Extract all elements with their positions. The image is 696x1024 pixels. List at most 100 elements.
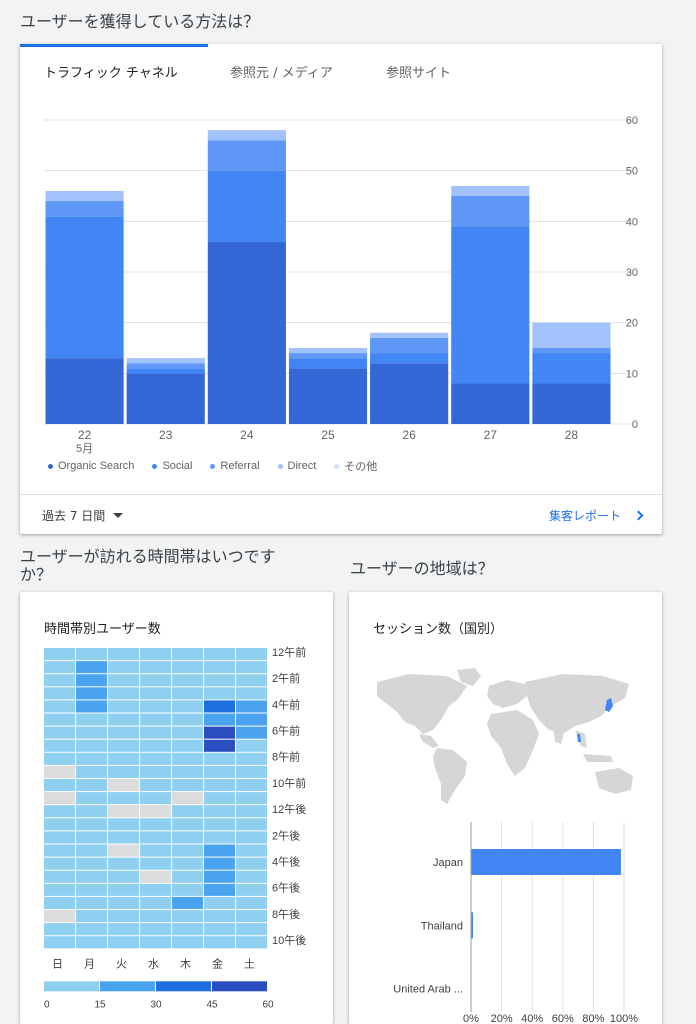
- heatmap-cell[interactable]: [76, 726, 107, 739]
- bar-segment[interactable]: [45, 216, 124, 359]
- heatmap-cell[interactable]: [76, 661, 107, 674]
- heatmap-cell[interactable]: [76, 844, 107, 857]
- heatmap-cell[interactable]: [204, 896, 235, 909]
- heatmap-cell[interactable]: [76, 831, 107, 844]
- heatmap-cell[interactable]: [76, 870, 107, 883]
- world-map[interactable]: [349, 664, 662, 814]
- bar-segment[interactable]: [532, 322, 611, 348]
- heatmap-cell[interactable]: [204, 674, 235, 687]
- heatmap-cell[interactable]: [140, 831, 171, 844]
- bar-segment[interactable]: [288, 358, 368, 369]
- bar-segment[interactable]: [288, 348, 368, 354]
- heatmap-cell[interactable]: [172, 883, 203, 896]
- bar-segment[interactable]: [532, 348, 611, 354]
- heatmap-cell[interactable]: [76, 765, 107, 778]
- heatmap-cell[interactable]: [44, 936, 75, 949]
- heatmap-cell[interactable]: [204, 805, 235, 818]
- heatmap-cell[interactable]: [236, 831, 267, 844]
- bar-segment[interactable]: [451, 185, 530, 196]
- heatmap-cell[interactable]: [236, 739, 267, 752]
- bar-segment[interactable]: [207, 130, 286, 141]
- heatmap-cell[interactable]: [236, 792, 267, 805]
- heatmap-cell[interactable]: [108, 739, 139, 752]
- heatmap-cell[interactable]: [108, 857, 139, 870]
- heatmap-cell[interactable]: [204, 726, 235, 739]
- heatmap-cell[interactable]: [108, 805, 139, 818]
- bar-segment[interactable]: [207, 241, 286, 424]
- heatmap-cell[interactable]: [44, 674, 75, 687]
- heatmap-cell[interactable]: [236, 923, 267, 936]
- heatmap-cell[interactable]: [108, 752, 139, 765]
- heatmap-cell[interactable]: [172, 792, 203, 805]
- heatmap-cell[interactable]: [140, 765, 171, 778]
- bar-segment[interactable]: [370, 337, 449, 354]
- heatmap-cell[interactable]: [108, 779, 139, 792]
- heatmap-cell[interactable]: [140, 752, 171, 765]
- heatmap-cell[interactable]: [140, 870, 171, 883]
- heatmap-cell[interactable]: [172, 936, 203, 949]
- heatmap-cell[interactable]: [236, 765, 267, 778]
- heatmap-cell[interactable]: [44, 700, 75, 713]
- heatmap-cell[interactable]: [172, 844, 203, 857]
- heatmap-cell[interactable]: [236, 896, 267, 909]
- heatmap-cell[interactable]: [236, 805, 267, 818]
- heatmap-cell[interactable]: [44, 792, 75, 805]
- heatmap-cell[interactable]: [204, 752, 235, 765]
- heatmap-cell[interactable]: [172, 857, 203, 870]
- heatmap-cell[interactable]: [172, 726, 203, 739]
- heatmap-cell[interactable]: [140, 896, 171, 909]
- heatmap-cell[interactable]: [172, 687, 203, 700]
- bar-segment[interactable]: [126, 363, 205, 369]
- bar-segment[interactable]: [532, 383, 611, 424]
- heatmap-cell[interactable]: [140, 818, 171, 831]
- heatmap-cell[interactable]: [44, 726, 75, 739]
- heatmap-cell[interactable]: [108, 896, 139, 909]
- heatmap-cell[interactable]: [44, 765, 75, 778]
- heatmap-cell[interactable]: [204, 792, 235, 805]
- heatmap-cell[interactable]: [108, 923, 139, 936]
- heatmap-cell[interactable]: [108, 844, 139, 857]
- heatmap-cell[interactable]: [236, 779, 267, 792]
- heatmap-cell[interactable]: [236, 687, 267, 700]
- heatmap-cell[interactable]: [108, 726, 139, 739]
- heatmap-cell[interactable]: [140, 661, 171, 674]
- heatmap-cell[interactable]: [204, 936, 235, 949]
- heatmap-cell[interactable]: [140, 923, 171, 936]
- heatmap-cell[interactable]: [236, 752, 267, 765]
- heatmap-cell[interactable]: [140, 883, 171, 896]
- heatmap-cell[interactable]: [140, 713, 171, 726]
- heatmap-cell[interactable]: [44, 923, 75, 936]
- heatmap-cell[interactable]: [76, 700, 107, 713]
- heatmap-cell[interactable]: [236, 661, 267, 674]
- heatmap-cell[interactable]: [204, 739, 235, 752]
- heatmap-cell[interactable]: [140, 779, 171, 792]
- heatmap-cell[interactable]: [76, 779, 107, 792]
- heatmap-cell[interactable]: [76, 792, 107, 805]
- heatmap-cell[interactable]: [140, 700, 171, 713]
- heatmap-cell[interactable]: [140, 805, 171, 818]
- heatmap-cell[interactable]: [172, 923, 203, 936]
- period-dropdown[interactable]: 過去 7 日間: [42, 507, 124, 524]
- heatmap-cell[interactable]: [236, 883, 267, 896]
- heatmap-cell[interactable]: [172, 870, 203, 883]
- heatmap-cell[interactable]: [172, 700, 203, 713]
- heatmap-cell[interactable]: [204, 883, 235, 896]
- heatmap-cell[interactable]: [76, 857, 107, 870]
- heatmap-cell[interactable]: [236, 910, 267, 923]
- heatmap-cell[interactable]: [236, 713, 267, 726]
- heatmap-cell[interactable]: [172, 779, 203, 792]
- heatmap-cell[interactable]: [204, 818, 235, 831]
- bar-segment[interactable]: [532, 353, 611, 384]
- heatmap-cell[interactable]: [236, 857, 267, 870]
- heatmap-cell[interactable]: [44, 870, 75, 883]
- heatmap-cell[interactable]: [140, 844, 171, 857]
- heatmap-cell[interactable]: [44, 910, 75, 923]
- bar-segment[interactable]: [45, 190, 124, 202]
- bar-segment[interactable]: [370, 353, 449, 364]
- heatmap-cell[interactable]: [140, 910, 171, 923]
- heatmap-cell[interactable]: [204, 700, 235, 713]
- heatmap-cell[interactable]: [76, 896, 107, 909]
- heatmap-cell[interactable]: [172, 752, 203, 765]
- heatmap-cell[interactable]: [204, 779, 235, 792]
- heatmap-cell[interactable]: [76, 752, 107, 765]
